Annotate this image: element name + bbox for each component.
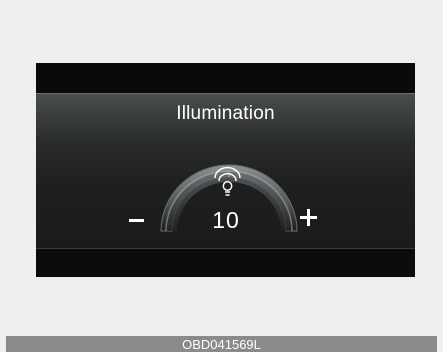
- image-code: OBD041569L: [182, 337, 261, 352]
- plus-icon[interactable]: [298, 207, 320, 229]
- minus-icon[interactable]: [127, 201, 147, 235]
- display-bottom-bar: [36, 251, 415, 277]
- illumination-level: 10: [212, 207, 240, 233]
- image-code-bar: OBD041569L: [6, 336, 437, 352]
- cluster-display: Illumination 10: [36, 63, 415, 277]
- illumination-gauge: [160, 164, 298, 232]
